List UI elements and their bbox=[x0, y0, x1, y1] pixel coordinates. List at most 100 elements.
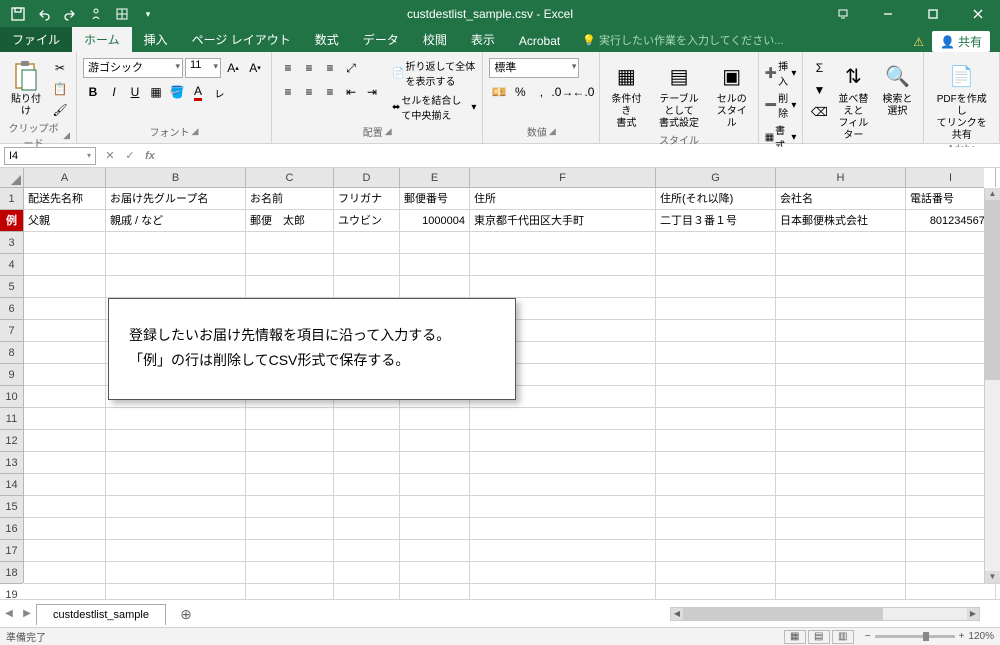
page-layout-view-icon[interactable]: ▤ bbox=[808, 630, 830, 644]
row-header[interactable]: 15 bbox=[0, 496, 23, 518]
cell[interactable] bbox=[656, 276, 776, 298]
cell[interactable] bbox=[246, 254, 334, 276]
row-header[interactable]: 18 bbox=[0, 562, 23, 584]
merge-center-button[interactable]: ⬌ セルを結合して中央揃え ▾ bbox=[392, 92, 476, 122]
col-header[interactable]: J bbox=[996, 168, 1000, 187]
bold-button[interactable]: B bbox=[83, 82, 103, 102]
cell[interactable] bbox=[470, 496, 656, 518]
cell[interactable]: 住所 bbox=[470, 188, 656, 210]
cell[interactable]: 二丁目３番１号 bbox=[656, 210, 776, 232]
cell[interactable] bbox=[470, 232, 656, 254]
cell[interactable] bbox=[24, 430, 106, 452]
insert-cells-button[interactable]: ➕ 挿入 ▾ bbox=[765, 58, 797, 88]
cell[interactable]: お届け先グループ名 bbox=[106, 188, 246, 210]
cell[interactable] bbox=[906, 584, 996, 599]
col-header[interactable]: D bbox=[334, 168, 400, 187]
cell[interactable] bbox=[776, 518, 906, 540]
cancel-formula-icon[interactable]: ✕ bbox=[100, 149, 120, 162]
cell[interactable] bbox=[106, 584, 246, 599]
horizontal-scrollbar[interactable]: ◀ ▶ bbox=[670, 607, 980, 621]
row-header[interactable]: 8 bbox=[0, 342, 23, 364]
cell[interactable]: 郵便番号 bbox=[400, 188, 470, 210]
cell[interactable]: 親戚 / など bbox=[106, 210, 246, 232]
maximize-icon[interactable] bbox=[910, 0, 955, 28]
cell[interactable] bbox=[106, 430, 246, 452]
cell[interactable] bbox=[906, 276, 996, 298]
enter-formula-icon[interactable]: ✓ bbox=[120, 149, 140, 162]
cell[interactable] bbox=[776, 342, 906, 364]
tab-view[interactable]: 表示 bbox=[459, 27, 507, 52]
decrease-indent-icon[interactable]: ⇤ bbox=[341, 82, 361, 102]
cell[interactable] bbox=[656, 320, 776, 342]
cell[interactable]: 父親 bbox=[24, 210, 106, 232]
currency-icon[interactable]: 💴 bbox=[489, 82, 509, 102]
paste-button[interactable]: 貼り付け bbox=[6, 58, 46, 120]
cell[interactable] bbox=[906, 540, 996, 562]
cell[interactable] bbox=[334, 408, 400, 430]
cell[interactable] bbox=[906, 562, 996, 584]
normal-view-icon[interactable]: ▦ bbox=[784, 630, 806, 644]
cell[interactable] bbox=[776, 562, 906, 584]
cell[interactable] bbox=[656, 364, 776, 386]
cell[interactable] bbox=[246, 518, 334, 540]
cell[interactable] bbox=[400, 408, 470, 430]
cell[interactable] bbox=[906, 232, 996, 254]
cell[interactable]: 住所(それ以降) bbox=[656, 188, 776, 210]
name-box[interactable]: I4▾ bbox=[4, 147, 96, 165]
cell[interactable] bbox=[246, 584, 334, 599]
cell[interactable] bbox=[400, 452, 470, 474]
cell[interactable] bbox=[400, 562, 470, 584]
cell[interactable] bbox=[24, 298, 106, 320]
cell[interactable] bbox=[776, 276, 906, 298]
cell[interactable] bbox=[334, 430, 400, 452]
cell[interactable] bbox=[106, 540, 246, 562]
increase-decimal-icon[interactable]: .0→ bbox=[552, 82, 572, 102]
cell[interactable] bbox=[656, 430, 776, 452]
scroll-thumb[interactable] bbox=[683, 608, 883, 620]
align-middle-icon[interactable]: ≡ bbox=[299, 58, 319, 78]
phonetic-icon[interactable]: ㇾ bbox=[209, 82, 229, 102]
zoom-out-icon[interactable]: − bbox=[865, 631, 871, 642]
align-bottom-icon[interactable]: ≡ bbox=[320, 58, 340, 78]
scroll-down-icon[interactable]: ▼ bbox=[985, 571, 1000, 583]
clear-icon[interactable]: ⌫ bbox=[809, 102, 829, 122]
find-select-button[interactable]: 🔍検索と 選択 bbox=[877, 58, 917, 120]
conditional-format-button[interactable]: ▦条件付き 書式 bbox=[606, 58, 646, 132]
cell[interactable]: 1000004 bbox=[400, 210, 470, 232]
autosum-icon[interactable]: Σ bbox=[809, 58, 829, 78]
cell[interactable] bbox=[400, 584, 470, 599]
cell[interactable] bbox=[106, 474, 246, 496]
cell[interactable] bbox=[656, 452, 776, 474]
cell[interactable] bbox=[400, 474, 470, 496]
cell[interactable] bbox=[106, 408, 246, 430]
scroll-right-icon[interactable]: ▶ bbox=[967, 608, 979, 620]
row-header[interactable]: 12 bbox=[0, 430, 23, 452]
cell[interactable] bbox=[106, 562, 246, 584]
cell[interactable] bbox=[246, 276, 334, 298]
underline-button[interactable]: U bbox=[125, 82, 145, 102]
cell[interactable] bbox=[106, 452, 246, 474]
minimize-icon[interactable] bbox=[865, 0, 910, 28]
cell[interactable] bbox=[334, 562, 400, 584]
cell[interactable] bbox=[906, 496, 996, 518]
save-icon[interactable] bbox=[6, 2, 30, 26]
row-header[interactable]: 9 bbox=[0, 364, 23, 386]
cell[interactable] bbox=[24, 232, 106, 254]
tab-data[interactable]: データ bbox=[351, 27, 411, 52]
fill-color-icon[interactable]: 🪣 bbox=[167, 82, 187, 102]
cell[interactable]: 配送先名称 bbox=[24, 188, 106, 210]
cell[interactable] bbox=[246, 232, 334, 254]
cell[interactable] bbox=[656, 584, 776, 599]
cell[interactable] bbox=[470, 430, 656, 452]
cell[interactable] bbox=[470, 254, 656, 276]
copy-icon[interactable]: 📋 bbox=[50, 79, 70, 99]
cell[interactable] bbox=[656, 232, 776, 254]
cell[interactable] bbox=[24, 518, 106, 540]
col-header[interactable]: A bbox=[24, 168, 106, 187]
cell[interactable] bbox=[470, 474, 656, 496]
cell[interactable] bbox=[656, 496, 776, 518]
cell[interactable] bbox=[776, 408, 906, 430]
col-header[interactable]: B bbox=[106, 168, 246, 187]
cell[interactable] bbox=[656, 562, 776, 584]
grid-icon[interactable] bbox=[110, 2, 134, 26]
